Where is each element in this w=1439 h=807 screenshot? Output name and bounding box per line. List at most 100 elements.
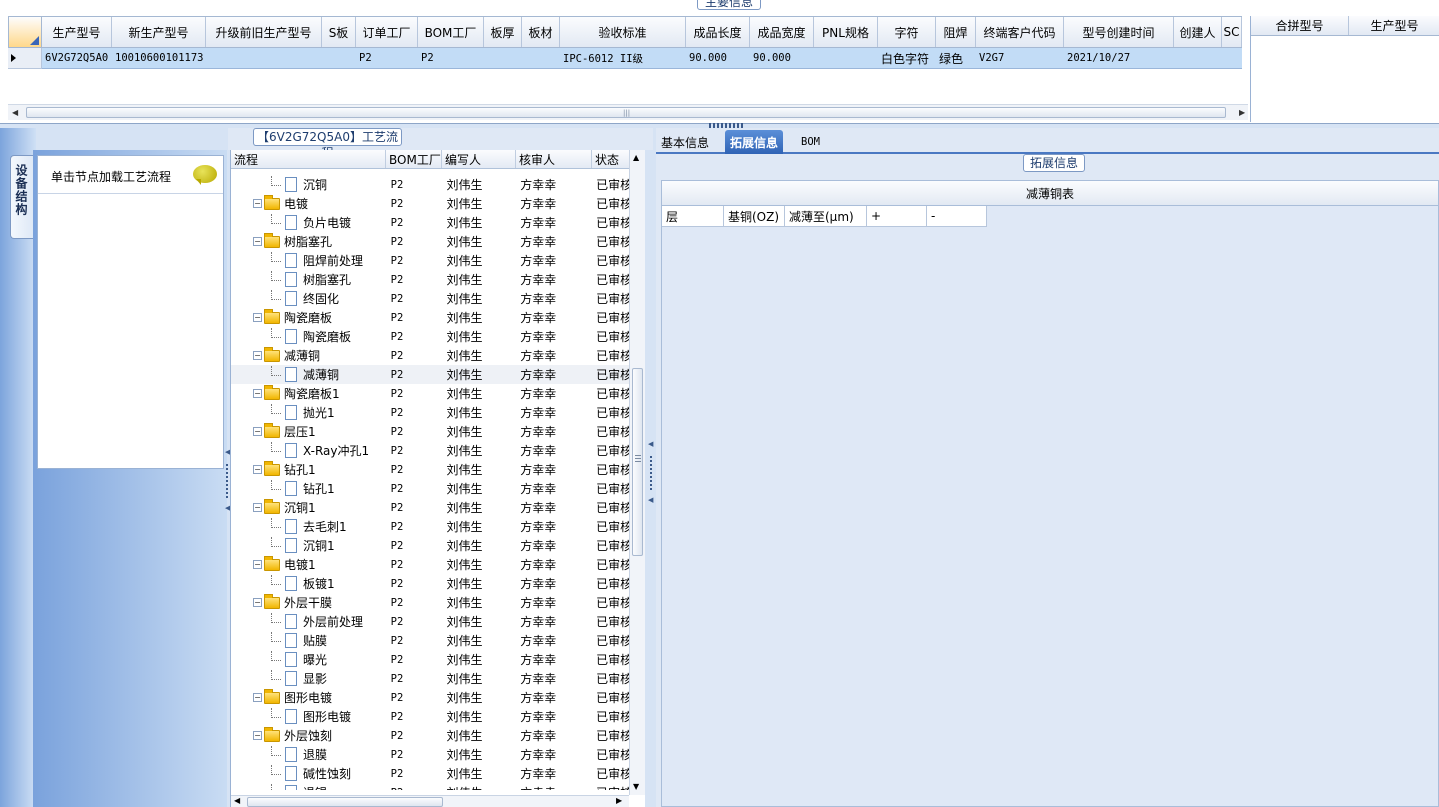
tree-node[interactable]: 终固化	[231, 289, 386, 308]
tree-row[interactable]: − 沉铜1 P2 刘伟生 方幸幸 已审核	[231, 498, 631, 517]
reduce-col-header[interactable]: +	[867, 206, 927, 227]
tree-row[interactable]: − 钻孔1 P2 刘伟生 方幸幸 已审核	[231, 460, 631, 479]
grid-cell[interactable]: 10010600101173	[112, 48, 206, 68]
tree-row[interactable]: 贴膜 P2 刘伟生 方幸幸 已审核	[231, 631, 631, 650]
collapse-icon[interactable]: −	[253, 313, 262, 322]
tree-node[interactable]: 沉铜1	[231, 536, 386, 555]
tree-node[interactable]: − 陶瓷磨板	[231, 308, 386, 327]
grid-cell[interactable]: 2021/10/27	[1064, 48, 1174, 68]
tree-row[interactable]: − 电镀1 P2 刘伟生 方幸幸 已审核	[231, 555, 631, 574]
tree-row[interactable]: − 外层蚀刻 P2 刘伟生 方幸幸 已审核	[231, 726, 631, 745]
collapse-icon[interactable]: −	[253, 427, 262, 436]
tree-row[interactable]: − 外层干膜 P2 刘伟生 方幸幸 已审核	[231, 593, 631, 612]
tree-row[interactable]: 钻孔1 P2 刘伟生 方幸幸 已审核	[231, 479, 631, 498]
col-header[interactable]: 升级前旧生产型号	[206, 17, 322, 47]
tree-hscrollbar[interactable]: ◀ ▶	[231, 795, 629, 807]
tree-node[interactable]: 去毛刺1	[231, 517, 386, 536]
grid-cell[interactable]: V2G7	[976, 48, 1064, 68]
tree-row[interactable]: 曝光 P2 刘伟生 方幸幸 已审核	[231, 650, 631, 669]
tree-node[interactable]: 负片电镀	[231, 213, 386, 232]
tree-row[interactable]: − 图形电镀 P2 刘伟生 方幸幸 已审核	[231, 688, 631, 707]
grid-cell[interactable]: P2	[418, 48, 484, 68]
col-header[interactable]: 创建人	[1174, 17, 1222, 47]
collapse-icon[interactable]: −	[253, 351, 262, 360]
tree-row[interactable]: 沉铜 P2 刘伟生 方幸幸 已审核	[231, 175, 631, 194]
grid-cell[interactable]	[484, 48, 522, 68]
tree-row[interactable]: 板镀1 P2 刘伟生 方幸幸 已审核	[231, 574, 631, 593]
vscroll-thumb[interactable]	[632, 368, 643, 556]
tree-col-header[interactable]: 流程	[231, 150, 386, 168]
tree-scroll-left-icon[interactable]: ◀	[234, 796, 240, 805]
col-header[interactable]: 生产型号	[42, 17, 112, 47]
scroll-left-icon[interactable]: ◀	[12, 108, 18, 117]
device-tree-box[interactable]: 单击节点加载工艺流程	[37, 155, 224, 469]
tree-node[interactable]: 抛光1	[231, 403, 386, 422]
grid-cell[interactable]	[322, 48, 356, 68]
scroll-up-icon[interactable]: ▲	[633, 153, 639, 162]
grid-cell[interactable]: 6V2G72Q5A0	[42, 48, 112, 68]
main-grid-row[interactable]: 6V2G72Q5A0 10010600101173 P2 P2 IPC-6012 II级…	[42, 48, 1242, 69]
tree-row[interactable]: − 陶瓷磨板 P2 刘伟生 方幸幸 已审核	[231, 308, 631, 327]
col-production-model[interactable]: 生产型号	[1349, 16, 1439, 35]
tree-row[interactable]: − 陶瓷磨板1 P2 刘伟生 方幸幸 已审核	[231, 384, 631, 403]
collapse-icon[interactable]: −	[253, 560, 262, 569]
tree-row[interactable]: 图形电镀 P2 刘伟生 方幸幸 已审核	[231, 707, 631, 726]
tree-node[interactable]: − 陶瓷磨板1	[231, 384, 386, 403]
grid-cell[interactable]	[814, 48, 878, 68]
tree-node[interactable]: 阻焊前处理	[231, 251, 386, 270]
tree-scroll-right-icon[interactable]: ▶	[616, 796, 622, 805]
collapse-icon[interactable]: −	[253, 598, 262, 607]
tree-node[interactable]: 外层前处理	[231, 612, 386, 631]
tree-row[interactable]: 碱性蚀刻 P2 刘伟生 方幸幸 已审核	[231, 764, 631, 783]
main-grid-hscrollbar[interactable]: ◀ ||| ▶	[8, 104, 1248, 120]
tree-row[interactable]: 陶瓷磨板 P2 刘伟生 方幸幸 已审核	[231, 327, 631, 346]
grid-cell[interactable]	[1222, 48, 1242, 68]
grid-cell[interactable]	[522, 48, 560, 68]
tree-node[interactable]: 退膜	[231, 745, 386, 764]
tree-node[interactable]: − 层压1	[231, 422, 386, 441]
tree-row[interactable]: − 树脂塞孔 P2 刘伟生 方幸幸 已审核	[231, 232, 631, 251]
reduce-col-header[interactable]: 基铜(OZ)	[724, 206, 785, 227]
tree-col-header[interactable]: 核审人	[516, 150, 592, 168]
col-header[interactable]: 阻焊	[936, 17, 976, 47]
tree-node[interactable]: − 沉铜1	[231, 498, 386, 517]
tree-node[interactable]: 陶瓷磨板	[231, 327, 386, 346]
collapse-icon[interactable]: −	[253, 503, 262, 512]
scroll-right-icon[interactable]: ▶	[1239, 108, 1245, 117]
grid-cell[interactable]: 白色字符	[878, 48, 936, 68]
tree-hscroll-thumb[interactable]	[247, 797, 443, 807]
tree-row[interactable]: − 减薄铜 P2 刘伟生 方幸幸 已审核	[231, 346, 631, 365]
grid-cell[interactable]	[1174, 48, 1222, 68]
tab-basic-info[interactable]: 基本信息	[656, 130, 714, 154]
row-indicator[interactable]	[8, 48, 42, 69]
tree-row[interactable]: 显影 P2 刘伟生 方幸幸 已审核	[231, 669, 631, 688]
col-header[interactable]: PNL规格	[814, 17, 878, 47]
tree-node[interactable]: − 电镀1	[231, 555, 386, 574]
col-header[interactable]: 板厚	[484, 17, 522, 47]
reduce-col-header[interactable]: 层	[662, 206, 724, 227]
collapse-icon[interactable]: −	[253, 389, 262, 398]
tree-node[interactable]: 碱性蚀刻	[231, 764, 386, 783]
grid-cell[interactable]: 90.000	[686, 48, 750, 68]
tree-node[interactable]: 树脂塞孔	[231, 270, 386, 289]
col-header[interactable]: SC	[1222, 17, 1242, 47]
grid-cell[interactable]: P2	[356, 48, 418, 68]
tree-row[interactable]: 终固化 P2 刘伟生 方幸幸 已审核	[231, 289, 631, 308]
tree-node[interactable]: 贴膜	[231, 631, 386, 650]
grid-corner-cell[interactable]	[8, 16, 42, 48]
tree-row[interactable]: 负片电镀 P2 刘伟生 方幸幸 已审核	[231, 213, 631, 232]
tree-row[interactable]: 退锡 P2刘伟生方幸幸已审核	[231, 783, 631, 790]
tree-row[interactable]: 减薄铜 P2 刘伟生 方幸幸 已审核	[231, 365, 631, 384]
tree-row[interactable]: 树脂塞孔 P2 刘伟生 方幸幸 已审核	[231, 270, 631, 289]
tree-row[interactable]: 抛光1 P2 刘伟生 方幸幸 已审核	[231, 403, 631, 422]
col-header[interactable]: 终端客户代码	[976, 17, 1064, 47]
collapse-icon[interactable]: −	[253, 237, 262, 246]
tree-node[interactable]: − 电镀	[231, 194, 386, 213]
tree-row[interactable]: X-Ray冲孔1 P2 刘伟生 方幸幸 已审核	[231, 441, 631, 460]
col-header[interactable]: S板	[322, 17, 356, 47]
tree-row[interactable]: − 层压1 P2 刘伟生 方幸幸 已审核	[231, 422, 631, 441]
tree-row[interactable]: 阻焊前处理 P2 刘伟生 方幸幸 已审核	[231, 251, 631, 270]
col-header[interactable]: 验收标准	[560, 17, 686, 47]
tree-node[interactable]: − 外层蚀刻	[231, 726, 386, 745]
tree-row[interactable]: − 电镀 P2 刘伟生 方幸幸 已审核	[231, 194, 631, 213]
